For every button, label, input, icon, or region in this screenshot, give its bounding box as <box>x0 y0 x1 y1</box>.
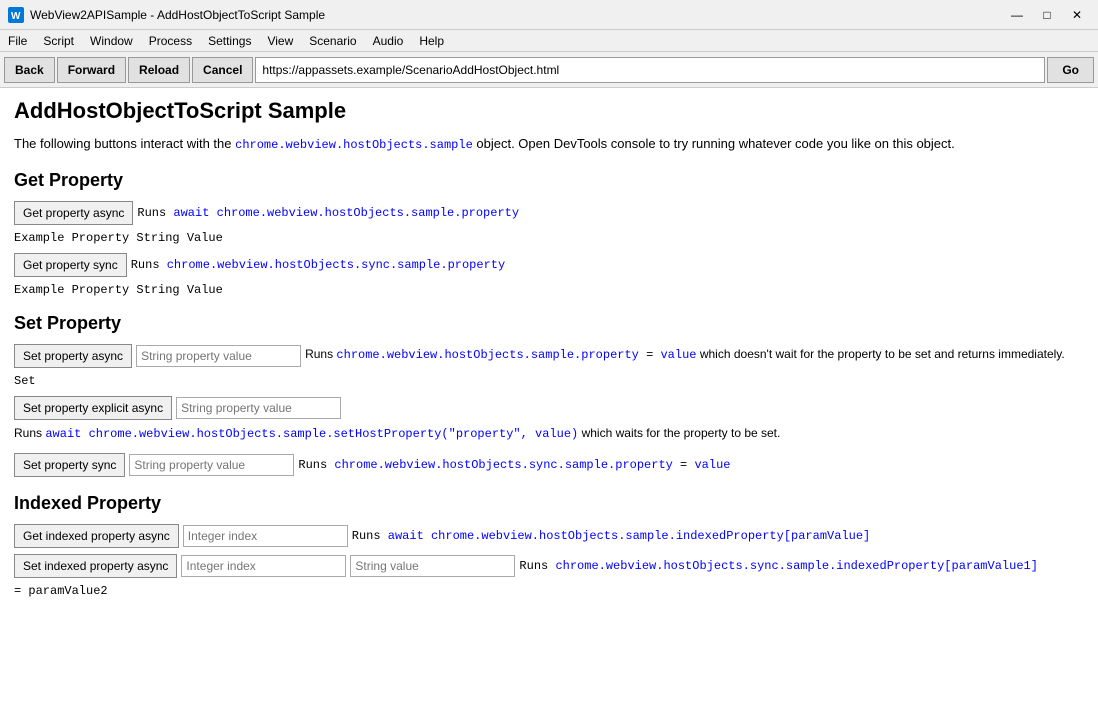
menu-bar: File Script Window Process Settings View… <box>0 30 1098 52</box>
set-explicit-input[interactable] <box>176 397 341 419</box>
set-indexed-row: Set indexed property async Runs chrome.w… <box>14 554 1084 578</box>
intro-text-suffix: object. Open DevTools console to try run… <box>473 136 955 151</box>
get-async-result: Example Property String Value <box>14 231 1084 245</box>
menu-process[interactable]: Process <box>141 32 200 50</box>
close-button[interactable]: ✕ <box>1064 5 1090 25</box>
content-area[interactable]: AddHostObjectToScript Sample The followi… <box>0 88 1098 728</box>
set-async-result: Set <box>14 374 1084 388</box>
set-indexed-input2[interactable] <box>350 555 515 577</box>
set-sync-input[interactable] <box>129 454 294 476</box>
forward-button[interactable]: Forward <box>57 57 126 83</box>
get-property-heading: Get Property <box>14 170 1084 191</box>
menu-settings[interactable]: Settings <box>200 32 259 50</box>
set-async-input[interactable] <box>136 345 301 367</box>
indexed-property-section: Indexed Property Get indexed property as… <box>14 493 1084 598</box>
set-indexed-button[interactable]: Set indexed property async <box>14 554 177 578</box>
set-async-row: Set property async Runs chrome.webview.h… <box>14 344 1084 368</box>
get-sync-run-text: Runs chrome.webview.hostObjects.sync.sam… <box>131 257 505 274</box>
maximize-button[interactable]: □ <box>1034 5 1060 25</box>
go-button[interactable]: Go <box>1047 57 1094 83</box>
svg-text:W: W <box>11 11 21 22</box>
minimize-button[interactable]: — <box>1004 5 1030 25</box>
url-input[interactable] <box>255 57 1045 83</box>
intro-code: chrome.webview.hostObjects.sample <box>235 138 473 152</box>
set-sync-row: Set property sync Runs chrome.webview.ho… <box>14 453 1084 477</box>
get-async-button[interactable]: Get property async <box>14 201 133 225</box>
set-explicit-button[interactable]: Set property explicit async <box>14 396 172 420</box>
reload-button[interactable]: Reload <box>128 57 190 83</box>
title-bar: W WebView2APISample - AddHostObjectToScr… <box>0 0 1098 30</box>
get-indexed-button[interactable]: Get indexed property async <box>14 524 179 548</box>
set-async-run-text: Runs chrome.webview.hostObjects.sample.p… <box>305 345 1065 364</box>
get-indexed-run-text: Runs await chrome.webview.hostObjects.sa… <box>352 528 871 545</box>
menu-audio[interactable]: Audio <box>365 32 412 50</box>
set-indexed-run-text: Runs chrome.webview.hostObjects.sync.sam… <box>519 558 1038 575</box>
get-async-row: Get property async Runs await chrome.web… <box>14 201 1084 225</box>
intro-text-prefix: The following buttons interact with the <box>14 136 235 151</box>
menu-scenario[interactable]: Scenario <box>301 32 364 50</box>
get-indexed-input[interactable] <box>183 525 348 547</box>
set-explicit-run-text: Runs await chrome.webview.hostObjects.sa… <box>14 424 780 443</box>
set-property-heading: Set Property <box>14 313 1084 334</box>
intro-paragraph: The following buttons interact with the … <box>14 134 1084 154</box>
set-sync-run-text: Runs chrome.webview.hostObjects.sync.sam… <box>298 457 730 474</box>
set-sync-button[interactable]: Set property sync <box>14 453 125 477</box>
menu-window[interactable]: Window <box>82 32 141 50</box>
get-sync-row: Get property sync Runs chrome.webview.ho… <box>14 253 1084 277</box>
get-indexed-row: Get indexed property async Runs await ch… <box>14 524 1084 548</box>
menu-help[interactable]: Help <box>411 32 452 50</box>
menu-file[interactable]: File <box>0 32 35 50</box>
set-indexed-result: = paramValue2 <box>14 584 1084 598</box>
indexed-property-heading: Indexed Property <box>14 493 1084 514</box>
window-title: WebView2APISample - AddHostObjectToScrip… <box>30 8 1004 22</box>
set-indexed-input1[interactable] <box>181 555 346 577</box>
back-button[interactable]: Back <box>4 57 55 83</box>
get-property-section: Get Property Get property async Runs awa… <box>14 170 1084 297</box>
page-title: AddHostObjectToScript Sample <box>14 98 1084 124</box>
set-async-button[interactable]: Set property async <box>14 344 132 368</box>
cancel-button[interactable]: Cancel <box>192 57 253 83</box>
window-controls: — □ ✕ <box>1004 5 1090 25</box>
get-sync-result: Example Property String Value <box>14 283 1084 297</box>
app-icon: W <box>8 7 24 23</box>
menu-view[interactable]: View <box>259 32 301 50</box>
set-property-section: Set Property Set property async Runs chr… <box>14 313 1084 477</box>
get-async-run-text: Runs await chrome.webview.hostObjects.sa… <box>137 205 519 222</box>
nav-bar: Back Forward Reload Cancel Go <box>0 52 1098 88</box>
get-sync-button[interactable]: Get property sync <box>14 253 127 277</box>
set-explicit-row: Set property explicit async Runs await c… <box>14 396 1084 447</box>
menu-script[interactable]: Script <box>35 32 82 50</box>
